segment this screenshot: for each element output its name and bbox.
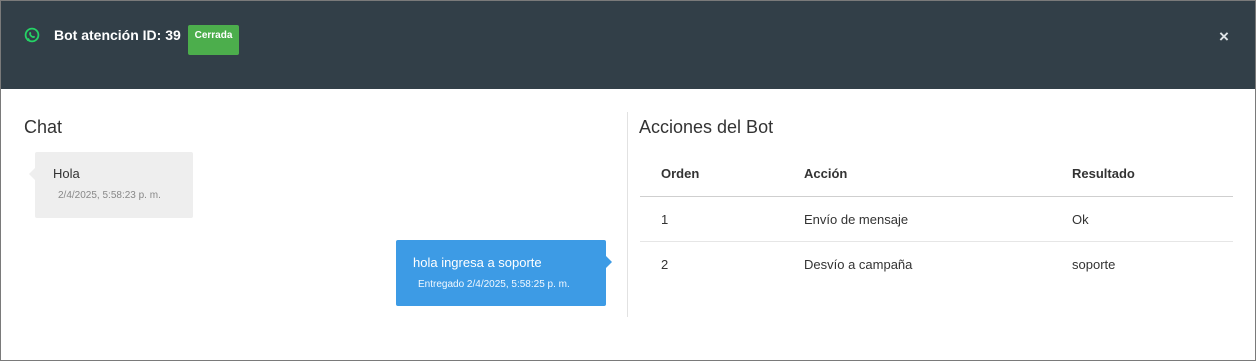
whatsapp-icon xyxy=(24,27,40,43)
message-timestamp: Entregado 2/4/2025, 5:58:25 p. m. xyxy=(418,279,570,290)
message-text: Hola xyxy=(53,166,80,181)
outgoing-message-bubble: hola ingresa a soporte Entregado 2/4/202… xyxy=(396,240,612,306)
table-row: 2 Desvío a campaña soporte xyxy=(640,242,1233,286)
message-timestamp: 2/4/2025, 5:58:23 p. m. xyxy=(58,190,161,201)
bot-actions-title: Acciones del Bot xyxy=(639,117,774,137)
modal-header: Bot atención ID: 39 Cerrada × xyxy=(1,1,1255,89)
table-header-row: Orden Acción Resultado xyxy=(640,151,1233,197)
column-header-orden: Orden xyxy=(661,166,700,181)
column-header-resultado: Resultado xyxy=(1072,166,1135,181)
table-cell: 2 xyxy=(661,257,669,272)
bot-attention-modal: Bot atención ID: 39 Cerrada × Chat Hola … xyxy=(0,0,1256,361)
close-button[interactable]: × xyxy=(1215,28,1233,46)
table-cell: soporte xyxy=(1072,257,1116,272)
table-cell: 1 xyxy=(661,212,669,227)
table-cell: Ok xyxy=(1072,212,1089,227)
bot-actions-table: Orden Acción Resultado 1 Envío de mensaj… xyxy=(640,151,1233,286)
incoming-message-bubble: Hola 2/4/2025, 5:58:23 p. m. xyxy=(29,152,193,218)
status-badge: Cerrada xyxy=(188,25,239,55)
table-cell: Desvío a campaña xyxy=(804,257,913,272)
section-divider xyxy=(627,112,628,317)
table-cell: Envío de mensaje xyxy=(804,212,909,227)
modal-title: Bot atención ID: 39 xyxy=(54,27,181,43)
table-row: 1 Envío de mensaje Ok xyxy=(640,197,1233,242)
chat-section-title: Chat xyxy=(24,117,63,137)
message-text: hola ingresa a soporte xyxy=(413,255,542,270)
column-header-accion: Acción xyxy=(804,166,848,181)
